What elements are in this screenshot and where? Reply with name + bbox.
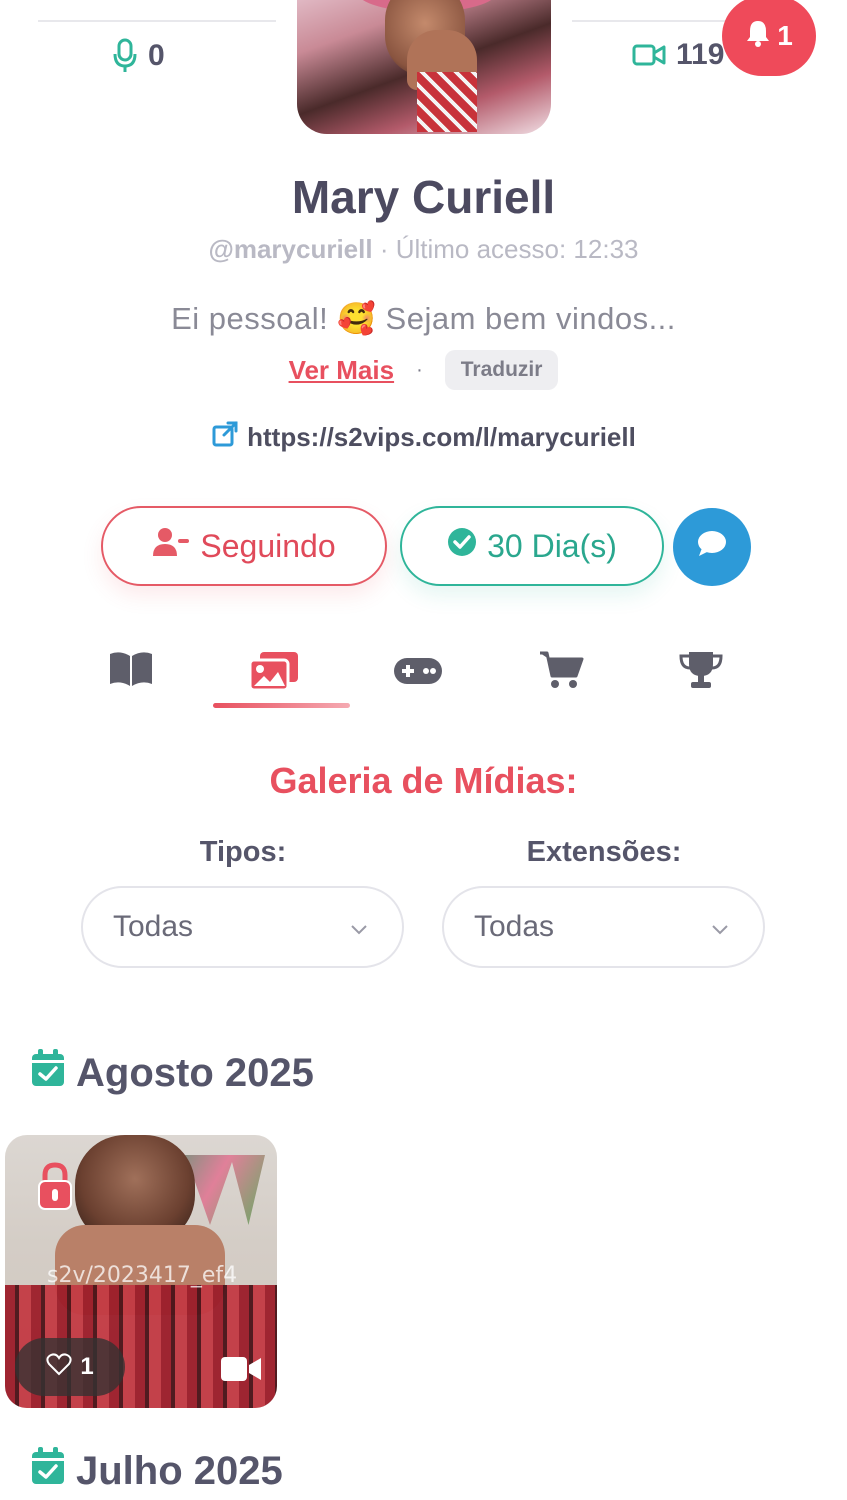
bell-icon: [745, 19, 771, 54]
last-access: Último acesso: 12:33: [395, 234, 639, 264]
chat-bubble-icon: [696, 529, 728, 566]
trophy-icon: [678, 652, 724, 694]
calendar-check-icon: [30, 1048, 66, 1098]
extensions-select-value: Todas: [474, 910, 555, 943]
month-label: Agosto 2025: [76, 1050, 314, 1095]
month-heading: Agosto 2025: [30, 1048, 314, 1098]
month-label: Julho 2025: [76, 1448, 283, 1493]
following-button[interactable]: Seguindo: [101, 506, 387, 586]
extensions-select[interactable]: Todas: [442, 886, 765, 968]
types-select-value: Todas: [113, 910, 194, 943]
types-select[interactable]: Todas: [81, 886, 404, 968]
media-watermark: s2v/2023417_ef4: [47, 1263, 238, 1288]
tab-games[interactable]: [392, 656, 444, 691]
video-camera-icon: [219, 1355, 263, 1388]
user-minus-icon: [152, 526, 190, 566]
month-heading: Julho 2025: [30, 1446, 283, 1496]
tab-shop[interactable]: [538, 650, 584, 695]
bio-actions: Ver Mais · Traduzir: [0, 350, 847, 390]
video-camera-icon: [632, 43, 666, 67]
tab-ranking[interactable]: [678, 650, 724, 695]
profile-avatar[interactable]: [297, 0, 551, 134]
types-label: Tipos:: [199, 836, 287, 868]
shopping-cart-icon: [538, 651, 584, 694]
extensions-label: Extensões:: [526, 836, 682, 868]
external-link-icon: [211, 420, 239, 455]
video-count: 119: [632, 38, 724, 72]
see-more-link[interactable]: Ver Mais: [289, 355, 395, 386]
profile-link-text[interactable]: https://s2vips.com/l/marycuriell: [247, 422, 636, 453]
divider-left: [38, 20, 276, 22]
chevron-down-icon: [350, 910, 368, 944]
profile-link[interactable]: https://s2vips.com/l/marycuriell: [0, 420, 847, 455]
profile-bio: Ei pessoal! 🥰 Sejam bem vindos...: [171, 301, 676, 336]
active-tab-indicator: [213, 703, 350, 708]
tab-feed[interactable]: [108, 650, 154, 693]
like-button[interactable]: 1: [15, 1338, 125, 1396]
audio-count: 0: [112, 38, 165, 74]
notifications-count: 1: [777, 20, 793, 51]
following-label: Seguindo: [200, 527, 336, 564]
translate-button[interactable]: Traduzir: [444, 350, 559, 390]
meta-separator: ·: [372, 234, 396, 264]
chevron-down-icon: [711, 910, 729, 944]
lock-icon: [35, 1161, 75, 1216]
gamepad-icon: [392, 658, 444, 690]
tab-media[interactable]: [248, 650, 300, 697]
heart-icon: [46, 1352, 72, 1383]
notifications-button[interactable]: 1: [722, 0, 816, 76]
book-icon: [108, 652, 154, 692]
profile-handle: @marycuriell: [208, 234, 373, 264]
audio-count-value: 0: [148, 39, 165, 72]
video-count-value: 119: [676, 38, 725, 71]
profile-meta: @marycuriell · Último acesso: 12:33: [0, 234, 847, 265]
profile-name: Mary Curiell: [291, 171, 556, 223]
gallery-title: Galeria de Mídias:: [269, 760, 578, 801]
chat-button[interactable]: [673, 508, 751, 586]
bio-actions-dot: ·: [416, 358, 423, 381]
microphone-icon: [112, 38, 138, 74]
images-icon: [248, 652, 300, 696]
subscription-button[interactable]: 30 Dia(s): [400, 506, 664, 586]
like-count: 1: [80, 1353, 94, 1380]
check-circle-icon: [447, 527, 477, 565]
subscription-label: 30 Dia(s): [487, 527, 617, 564]
media-card[interactable]: s2v/2023417_ef4 1: [5, 1135, 277, 1408]
calendar-check-icon: [30, 1446, 66, 1496]
